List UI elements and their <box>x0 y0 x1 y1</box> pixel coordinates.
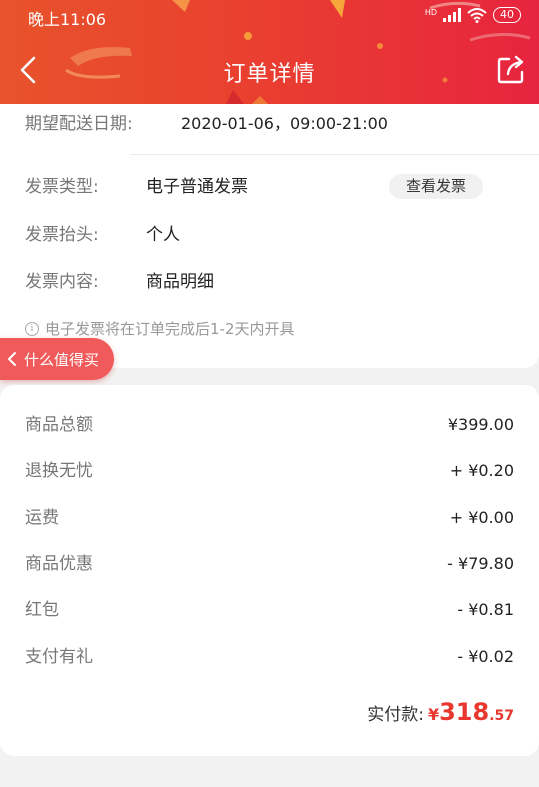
price-row-label: 支付有礼 <box>25 647 93 667</box>
price-row: 退换无忧 + ¥0.20 <box>25 456 514 486</box>
price-row: 支付有礼 - ¥0.02 <box>25 642 514 672</box>
price-row-amount: - ¥79.80 <box>447 554 514 573</box>
invoice-content-label: 发票内容: <box>25 272 99 292</box>
price-row-label: 运费 <box>25 508 59 528</box>
invoice-type-text: 电子普通发票 <box>146 177 248 197</box>
price-row-amount: - ¥0.02 <box>457 647 514 666</box>
total-paid-currency: ¥ <box>427 705 440 724</box>
total-paid-decimal: .57 <box>489 708 514 724</box>
signal-icon <box>443 8 461 22</box>
total-paid-integer: 318 <box>439 698 490 726</box>
price-row-label: 红包 <box>25 600 59 620</box>
status-time: 晚上11:06 <box>28 10 107 29</box>
invoice-title-row: 发票抬头: 个人 <box>25 220 180 250</box>
price-row-label: 商品优惠 <box>25 554 93 574</box>
total-paid-label: 实付款: <box>367 705 424 725</box>
invoice-notice: i 电子发票将在订单完成后1-2天内开具 <box>25 318 295 339</box>
info-icon: i <box>25 321 39 336</box>
page-title: 订单详情 <box>223 62 316 87</box>
share-icon <box>497 55 524 84</box>
status-bar: 晚上11:06 HD 40 <box>0 0 539 34</box>
view-invoice-button[interactable]: 查看发票 <box>389 174 484 199</box>
battery-indicator: 40 <box>493 7 521 23</box>
status-icons: HD 40 <box>425 7 521 23</box>
price-row: 商品总额 ¥399.00 <box>25 410 514 440</box>
smzdm-return-pill[interactable]: 什么值得买 <box>0 338 114 380</box>
delivery-date-row: 期望配送日期: 2020-01-06，09:00-21:00 <box>25 110 388 138</box>
invoice-type-label: 发票类型: <box>25 177 99 197</box>
invoice-type-value: 电子普通发票 查看发票 <box>146 172 484 202</box>
divider <box>130 154 539 155</box>
invoice-notice-text: 电子发票将在订单完成后1-2天内开具 <box>45 320 295 338</box>
smzdm-pill-label: 什么值得买 <box>24 350 100 369</box>
price-row-amount: + ¥0.00 <box>449 508 514 527</box>
invoice-type-row: 发票类型: 电子普通发票 查看发票 <box>25 172 484 202</box>
share-button[interactable] <box>495 54 527 86</box>
invoice-title-value: 个人 <box>146 225 180 245</box>
invoice-content-row: 发票内容: 商品明细 <box>25 267 214 297</box>
chevron-left-icon <box>8 352 16 366</box>
invoice-title-label: 发票抬头: <box>25 225 99 245</box>
price-row-label: 商品总额 <box>25 415 93 435</box>
delivery-date-value: 2020-01-06，09:00-21:00 <box>181 114 388 133</box>
delivery-date-label: 期望配送日期: <box>25 114 133 134</box>
price-summary-card: 商品总额 ¥399.00 退换无忧 + ¥0.20 运费 + ¥0.00 商品优… <box>0 385 539 756</box>
order-info-card: 期望配送日期: 2020-01-06，09:00-21:00 发票类型: 电子普… <box>0 104 539 368</box>
price-row: 商品优惠 - ¥79.80 <box>25 549 514 579</box>
price-row-label: 退换无忧 <box>25 461 93 481</box>
app-header: 晚上11:06 HD 40 订单详情 <box>0 0 539 104</box>
price-row: 运费 + ¥0.00 <box>25 503 514 533</box>
price-row-amount: + ¥0.20 <box>449 461 514 480</box>
total-paid: 实付款: ¥ 318 .57 <box>367 698 514 726</box>
invoice-content-value: 商品明细 <box>146 272 214 292</box>
price-row-amount: - ¥0.81 <box>457 600 514 619</box>
price-row: 红包 - ¥0.81 <box>25 595 514 625</box>
wifi-icon <box>467 7 487 23</box>
price-row-amount: ¥399.00 <box>447 415 514 434</box>
network-label: HD <box>424 8 437 17</box>
